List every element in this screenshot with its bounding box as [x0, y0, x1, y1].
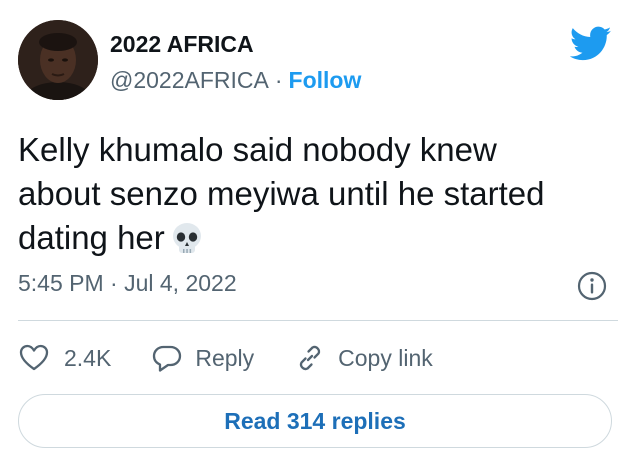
copy-link-button[interactable]: Copy link — [294, 342, 433, 374]
tweet-text-line: about senzo meyiwa until he started — [18, 175, 545, 212]
tweet-text-line: Kelly khumalo said nobody knew — [18, 131, 497, 168]
tweet-text-line-last: dating her — [18, 216, 618, 260]
author-handle[interactable]: @2022AFRICA — [110, 67, 269, 93]
read-replies-button[interactable]: Read 314 replies — [18, 394, 612, 448]
author-handle-row: @2022AFRICA · Follow — [110, 67, 361, 94]
author-name[interactable]: 2022 AFRICA — [110, 31, 254, 58]
reply-label: Reply — [195, 344, 255, 371]
tweet-text-line: dating her — [18, 219, 165, 256]
separator-dot: · — [274, 67, 283, 93]
tweet-text: Kelly khumalo said nobody knew about sen… — [18, 128, 618, 260]
like-count: 2.4K — [64, 344, 112, 371]
reply-bubble-icon — [153, 345, 182, 372]
avatar[interactable] — [18, 20, 98, 100]
reply-button[interactable]: Reply — [151, 342, 254, 374]
avatar-photo — [18, 20, 98, 100]
heart-icon — [19, 344, 49, 371]
info-icon[interactable] — [576, 270, 608, 302]
divider — [18, 320, 618, 321]
skull-emoji-icon — [172, 223, 201, 253]
copy-link-label: Copy link — [338, 344, 433, 371]
follow-link[interactable]: Follow — [289, 67, 362, 93]
twitter-bird-icon[interactable] — [570, 26, 612, 62]
link-icon — [300, 345, 321, 371]
like-button[interactable]: 2.4K — [18, 342, 111, 374]
action-bar: 2.4K Reply Copy link — [18, 338, 433, 378]
tweet-card: 2022 AFRICA @2022AFRICA · Follow Kelly khu… — [0, 0, 636, 474]
tweet-timestamp[interactable]: 5:45 PM · Jul 4, 2022 — [18, 270, 237, 297]
